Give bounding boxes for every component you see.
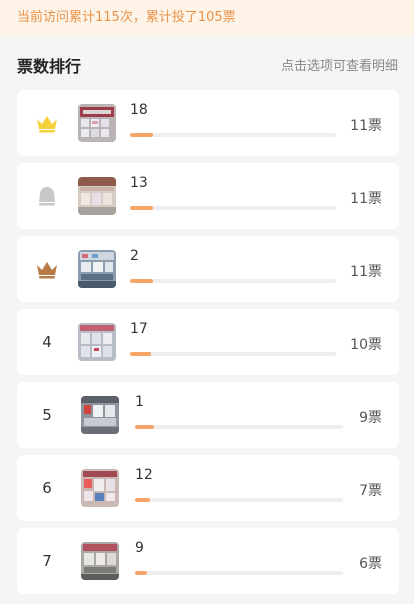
detail-hint: 点击选项可查看明细 <box>280 59 398 74</box>
ranking-item-5[interactable]: 5 1 9票 <box>17 382 399 448</box>
entry-thumbnail <box>78 323 116 361</box>
entry-thumbnail <box>81 396 119 434</box>
entry-name: 18 <box>130 102 148 118</box>
vote-progress-bar <box>135 498 343 502</box>
ranking-item-6[interactable]: 6 12 7票 <box>17 455 399 521</box>
entry-name: 13 <box>130 175 148 191</box>
rank-number: 4 <box>42 333 52 351</box>
entry-name: 12 <box>135 467 153 483</box>
vote-progress-bar <box>135 571 343 575</box>
ranking-item-7[interactable]: 7 9 6票 <box>17 528 399 594</box>
rank-number: 6 <box>42 479 52 497</box>
vote-progress-bar <box>130 279 336 283</box>
vote-count: 6票 <box>359 556 382 572</box>
vote-count: 11票 <box>350 264 382 280</box>
ranking-item-1[interactable]: 18 11票 <box>17 90 399 156</box>
vote-count: 10票 <box>350 337 382 353</box>
silver-crown-icon <box>35 182 59 210</box>
entry-name: 1 <box>135 394 144 410</box>
vote-count: 7票 <box>359 483 382 499</box>
entry-name: 2 <box>130 248 139 264</box>
ranking-item-3[interactable]: 2 11票 <box>17 236 399 302</box>
vote-progress-bar <box>130 352 336 356</box>
ranking-header: 票数排行 点击选项可查看明细 <box>0 36 414 90</box>
rank-number: 5 <box>42 406 52 424</box>
ranking-item-4[interactable]: 4 17 10票 <box>17 309 399 375</box>
entry-thumbnail <box>81 469 119 507</box>
rank-number: 7 <box>42 552 52 570</box>
page-title: 票数排行 <box>17 57 82 76</box>
entry-thumbnail <box>78 177 116 215</box>
bronze-crown-icon <box>35 255 59 283</box>
vote-progress-bar <box>130 133 336 137</box>
entry-name: 17 <box>130 321 148 337</box>
entry-thumbnail <box>81 542 119 580</box>
vote-progress-bar <box>130 206 336 210</box>
vote-count: 11票 <box>350 191 382 207</box>
notice-banner: 当前访问累计115次，累计投了105票 <box>0 0 414 36</box>
ranking-item-2[interactable]: 13 11票 <box>17 163 399 229</box>
entry-thumbnail <box>78 104 116 142</box>
vote-count: 9票 <box>359 410 382 426</box>
gold-crown-icon <box>35 109 59 137</box>
vote-progress-bar <box>135 425 343 429</box>
vote-count: 11票 <box>350 118 382 134</box>
entry-name: 9 <box>135 540 144 556</box>
entry-thumbnail <box>78 250 116 288</box>
